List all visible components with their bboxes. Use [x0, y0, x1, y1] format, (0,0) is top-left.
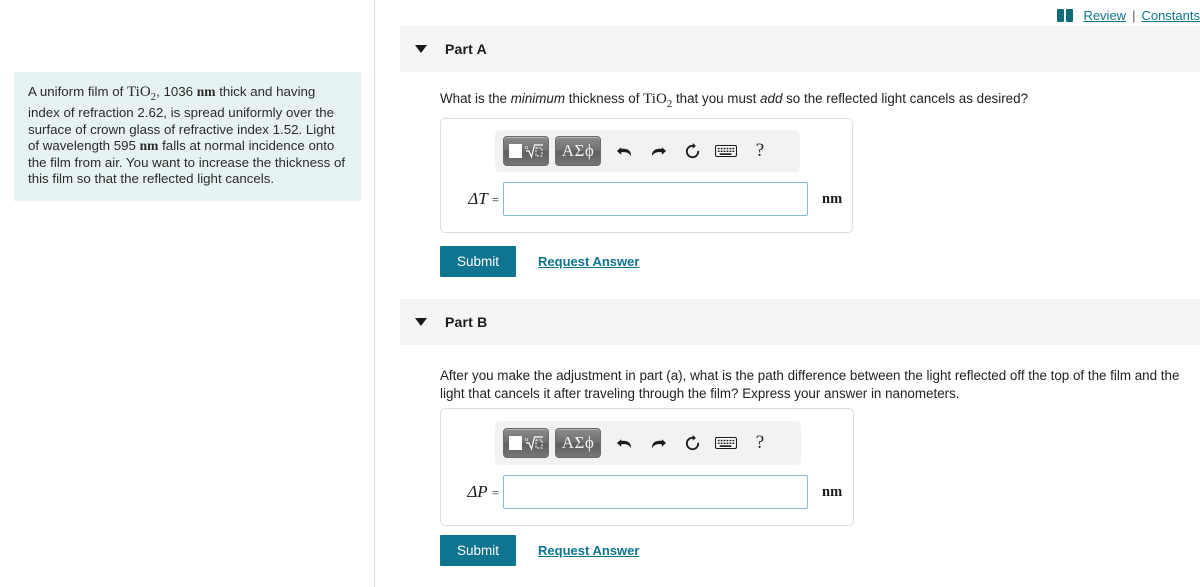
part-b-math-toolbar: n ΑΣϕ ?: [495, 421, 801, 465]
part-a-request-answer-link[interactable]: Request Answer: [538, 254, 639, 269]
content-panel: Review | Constants Part A What is the mi…: [376, 0, 1200, 587]
problem-text-part2: , 1036: [156, 84, 197, 99]
problem-unit-nm-1: nm: [196, 84, 216, 99]
top-links-bar: Review | Constants: [1057, 8, 1200, 23]
part-a-help-button[interactable]: ?: [743, 137, 777, 165]
constants-link[interactable]: Constants: [1141, 8, 1200, 23]
part-b-collapse-caret-icon[interactable]: [415, 318, 427, 326]
review-link[interactable]: Review: [1083, 8, 1126, 23]
reset-icon: [685, 142, 699, 158]
problem-statement-card: A uniform film of TiO2, 1036 nm thick an…: [14, 72, 361, 202]
svg-text:n: n: [525, 437, 528, 443]
part-a-header[interactable]: Part A: [400, 26, 1200, 72]
part-b-redo-button[interactable]: [641, 429, 675, 457]
pa-q-4: so the reflected light cancels as desire…: [782, 91, 1029, 106]
part-b-unit-label: nm: [822, 483, 843, 500]
part-a-template-button[interactable]: n: [503, 136, 549, 166]
part-a-field-label: ΔT =: [468, 189, 499, 208]
part-b-field-label: ΔP =: [467, 482, 499, 501]
part-a-question-text: What is the minimum thickness of TiO2 th…: [440, 90, 1200, 113]
part-b-field-row: ΔP = nm: [451, 475, 842, 509]
nth-root-icon: n: [525, 144, 543, 159]
pa-q-em1: minimum: [510, 91, 566, 106]
redo-icon: [651, 146, 666, 156]
pa-q-em2: add: [760, 91, 783, 106]
part-a-keyboard-button[interactable]: [709, 137, 743, 165]
undo-icon: [616, 146, 631, 156]
part-a-reset-button[interactable]: [675, 137, 709, 165]
part-a-submit-button[interactable]: Submit: [440, 246, 517, 277]
problem-unit-nm-2: nm: [139, 138, 159, 154]
pa-q-2: thickness of: [565, 91, 644, 106]
part-b-title: Part B: [445, 314, 488, 330]
book-icon: [1057, 9, 1074, 22]
part-b-submit-row: Submit Request Answer: [440, 535, 639, 566]
part-b-answer-input[interactable]: [503, 475, 808, 509]
part-b-answer-box: n ΑΣϕ ? ΔP = nm: [440, 408, 854, 526]
part-b-reset-button[interactable]: [675, 429, 709, 457]
part-a-collapse-caret-icon[interactable]: [415, 45, 427, 53]
exercise-page: A uniform film of TiO2, 1036 nm thick an…: [0, 0, 1200, 587]
redo-icon: [651, 438, 666, 448]
part-b-template-button[interactable]: n: [503, 428, 549, 458]
part-a-title: Part A: [445, 41, 487, 57]
template-glyph-icon: n: [508, 142, 544, 160]
part-a-answer-input[interactable]: [503, 182, 808, 216]
problem-formula-tio2: TiO2: [127, 84, 157, 103]
reset-icon: [685, 434, 699, 450]
links-separator: |: [1132, 8, 1136, 23]
greek-letters-label: ΑΣϕ: [561, 433, 595, 452]
part-a-redo-button[interactable]: [641, 137, 675, 165]
part-a-submit-row: Submit Request Answer: [440, 246, 639, 277]
undo-icon: [616, 438, 631, 448]
greek-letters-label: ΑΣϕ: [561, 141, 595, 160]
problem-text-part1: A uniform film of: [28, 84, 128, 99]
keyboard-icon: [715, 436, 737, 450]
part-a-math-toolbar: n ΑΣϕ ?: [495, 130, 800, 172]
part-a-answer-box: n ΑΣϕ ? ΔT = nm: [440, 118, 853, 233]
svg-text:n: n: [525, 145, 528, 151]
part-a-unit-label: nm: [822, 190, 843, 207]
template-glyph-icon: n: [508, 434, 544, 452]
pa-q-3: that you must: [672, 91, 761, 106]
part-a-field-row: ΔT = nm: [451, 182, 842, 216]
part-b-greek-button[interactable]: ΑΣϕ: [555, 428, 601, 458]
part-b-request-answer-link[interactable]: Request Answer: [538, 543, 639, 558]
keyboard-icon: [715, 144, 737, 158]
problem-panel: A uniform film of TiO2, 1036 nm thick an…: [0, 0, 375, 587]
part-b-undo-button[interactable]: [607, 429, 641, 457]
part-a-undo-button[interactable]: [607, 137, 641, 165]
pa-q-1: What is the: [440, 91, 511, 106]
part-b-help-button[interactable]: ?: [743, 429, 777, 457]
part-b-submit-button[interactable]: Submit: [440, 535, 517, 566]
nth-root-icon: n: [525, 436, 543, 451]
pa-q-formula: TiO2: [643, 91, 673, 110]
part-b-keyboard-button[interactable]: [709, 429, 743, 457]
part-a-greek-button[interactable]: ΑΣϕ: [555, 136, 601, 166]
part-b-header[interactable]: Part B: [400, 299, 1200, 345]
problem-statement-text: A uniform film of TiO2, 1036 nm thick an…: [28, 84, 347, 187]
part-b-question-text: After you make the adjustment in part (a…: [440, 368, 1180, 401]
